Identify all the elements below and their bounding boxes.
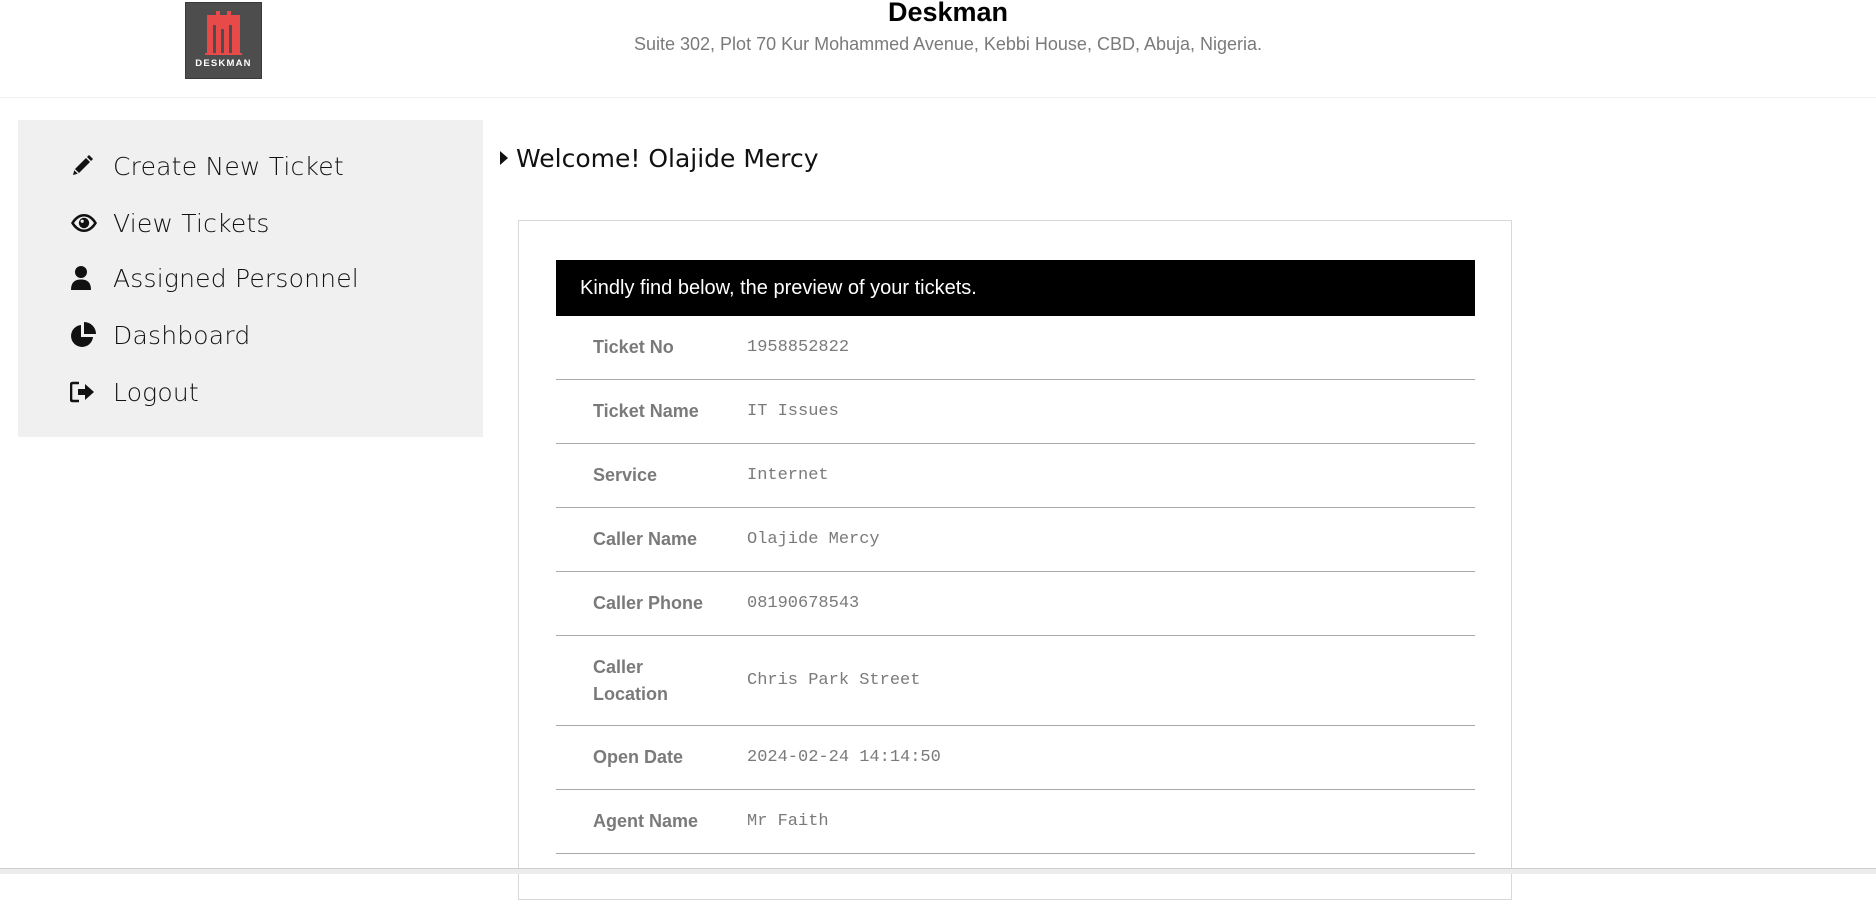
ticket-field-label: Caller Name [593,529,698,549]
table-row: Open Date 2024-02-24 14:14:50 [556,726,1475,790]
sidebar-item-label: View Tickets [113,208,270,238]
sidebar-item-view-tickets[interactable]: View Tickets [70,205,270,241]
sidebar-item-create-new-ticket[interactable]: Create New Ticket [70,148,344,184]
caret-right-icon [499,149,511,167]
welcome-heading: Welcome! Olajide Mercy [499,142,819,174]
user-icon [70,264,98,292]
logo-text: DESKMAN [195,58,251,69]
ticket-field-label: Ticket Name [593,401,699,421]
ticket-field-value: IT Issues [747,402,839,421]
ticket-field-value: 2024-02-24 14:14:50 [747,748,941,767]
welcome-text: Welcome! Olajide Mercy [516,143,819,173]
company-name: Deskman [887,0,1009,27]
ticket-field-value: 1958852822 [747,338,850,357]
page-header: DESKMAN Deskman Suite 302, Plot 70 Kur M… [0,0,1876,98]
sidebar-item-label: Logout [113,377,199,407]
sign-out-icon [70,378,98,406]
table-row: Caller Phone 08190678543 [556,572,1475,636]
ticket-field-label: Caller Location [593,656,668,704]
ticket-field-value: Internet [747,466,829,485]
ticket-field-label: Agent Name [593,811,699,831]
ticket-field-label: Ticket No [593,337,674,357]
ticket-field-value: Chris Park Street [747,671,921,690]
ticket-details-table: Ticket No 1958852822 Ticket Name IT Issu… [556,316,1475,854]
ticket-preview-banner: Kindly find below, the preview of your t… [556,260,1475,316]
ticket-field-label: Service [593,465,658,485]
table-row: Agent Name Mr Faith [556,790,1475,854]
table-row: Service Internet [556,444,1475,508]
eye-icon [70,209,98,237]
ticket-field-value: Olajide Mercy [747,530,880,549]
sidebar-item-logout[interactable]: Logout [70,374,199,410]
sidebar-item-label: Assigned Personnel [113,263,359,293]
table-row: Caller Location Chris Park Street [556,636,1475,726]
sidebar-item-label: Dashboard [113,320,251,350]
sidebar-nav: Create New Ticket View Tickets Assigned … [18,120,483,437]
table-row: Caller Name Olajide Mercy [556,508,1475,572]
table-row: Ticket Name IT Issues [556,380,1475,444]
ticket-field-label: Open Date [593,747,684,767]
sidebar-item-assigned-personnel[interactable]: Assigned Personnel [70,260,359,296]
sidebar-item-label: Create New Ticket [113,151,344,181]
horizontal-scrollbar[interactable] [0,868,1876,874]
sidebar-item-dashboard[interactable]: Dashboard [70,317,250,353]
ticket-preview-card: Kindly find below, the preview of your t… [518,220,1512,900]
ticket-field-value: 08190678543 [747,594,860,613]
company-address: Suite 302, Plot 70 Kur Mohammed Avenue, … [633,34,1263,54]
ticket-field-label: Caller Phone [593,593,704,613]
pie-chart-icon [70,321,98,349]
ticket-field-value: Mr Faith [747,812,829,831]
pencil-icon [70,152,98,180]
table-row: Ticket No 1958852822 [556,316,1475,380]
